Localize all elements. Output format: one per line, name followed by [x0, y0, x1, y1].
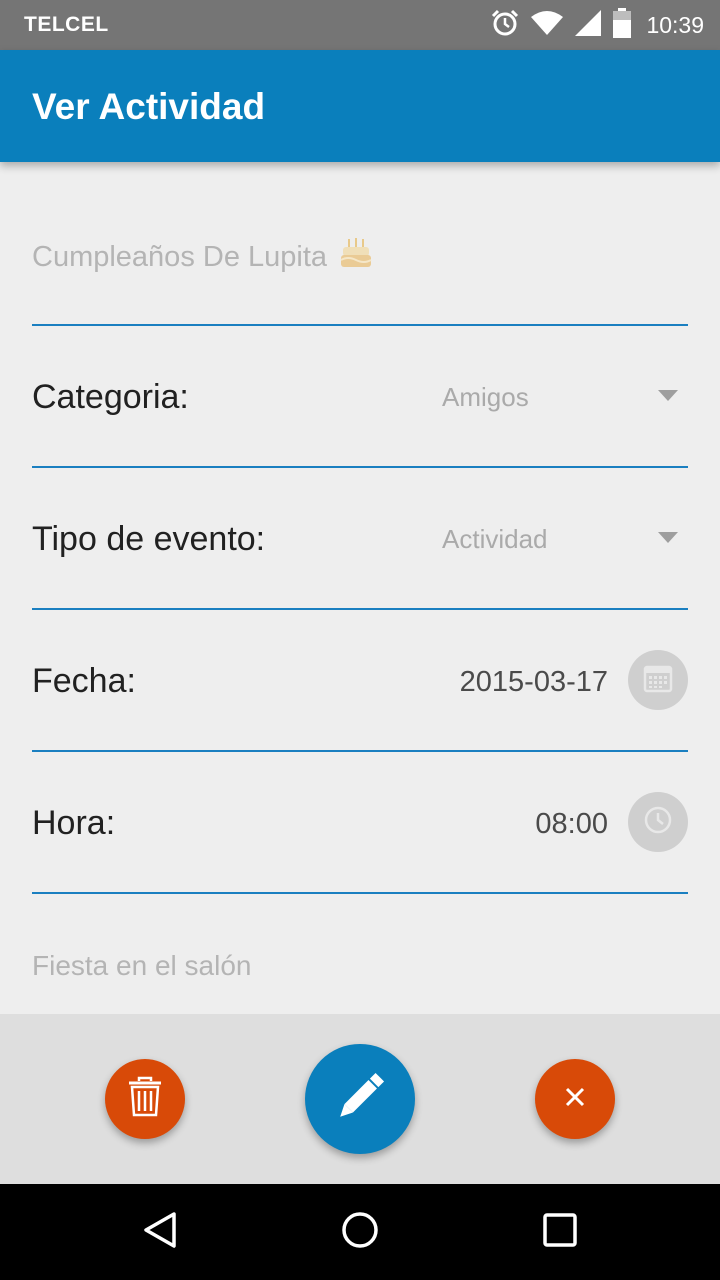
fecha-row: Fecha: 2015-03-17 — [32, 610, 688, 752]
bottom-action-bar — [0, 1014, 720, 1184]
calendar-icon — [643, 663, 673, 698]
categoria-label: Categoria: — [32, 378, 189, 416]
battery-icon — [612, 7, 632, 43]
home-icon — [340, 1210, 380, 1255]
recents-button[interactable] — [540, 1212, 580, 1252]
title-value: Cumpleaños De Lupita — [32, 241, 328, 273]
categoria-row: Categoria: Amigos — [32, 326, 688, 468]
categoria-spinner[interactable]: Amigos — [442, 382, 529, 413]
trash-icon — [126, 1076, 164, 1123]
calendar-button[interactable] — [628, 650, 688, 710]
edit-button[interactable] — [305, 1044, 415, 1154]
categoria-dropdown-arrow-icon[interactable] — [658, 390, 678, 401]
tipo-evento-row: Tipo de evento: Actividad — [32, 468, 688, 610]
navigation-bar — [0, 1184, 720, 1280]
clock-button[interactable] — [628, 792, 688, 852]
page-title: Ver Actividad — [32, 86, 266, 127]
back-button[interactable] — [140, 1210, 180, 1255]
description-field[interactable]: Fiesta en el salón — [32, 950, 251, 982]
hora-label: Hora: — [32, 804, 116, 842]
title-field[interactable]: Cumpleaños De Lupita — [32, 162, 688, 326]
fecha-label: Fecha: — [32, 662, 136, 700]
title-value-text: Cumpleaños De Lupita — [32, 236, 373, 278]
pencil-icon — [332, 1069, 388, 1130]
fecha-value: 2015-03-17 — [459, 666, 608, 698]
close-icon — [563, 1085, 587, 1114]
tipo-evento-spinner[interactable]: Actividad — [442, 524, 548, 555]
clock-icon — [643, 805, 673, 840]
birthday-cake-icon — [339, 236, 373, 278]
carrier-name: TELCEL — [24, 13, 109, 36]
wifi-icon — [530, 10, 564, 41]
tipo-evento-label: Tipo de evento: — [32, 520, 266, 558]
back-icon — [140, 1210, 180, 1255]
app-bar: Ver Actividad — [0, 50, 720, 162]
close-button[interactable] — [535, 1059, 615, 1139]
alarm-icon — [490, 8, 520, 43]
tipo-evento-dropdown-arrow-icon[interactable] — [658, 532, 678, 543]
signal-icon — [574, 9, 602, 42]
status-icons: 10:39 — [490, 7, 704, 43]
delete-button[interactable] — [105, 1059, 185, 1139]
hora-value: 08:00 — [535, 808, 608, 840]
recents-icon — [540, 1210, 580, 1255]
clock: 10:39 — [646, 11, 704, 38]
hora-row: Hora: 08:00 — [32, 752, 688, 894]
home-button[interactable] — [340, 1210, 380, 1255]
status-bar: TELCEL 10:39 — [0, 0, 720, 50]
activity-form: Cumpleaños De Lupita Categoria: Amigos T… — [0, 162, 720, 1014]
